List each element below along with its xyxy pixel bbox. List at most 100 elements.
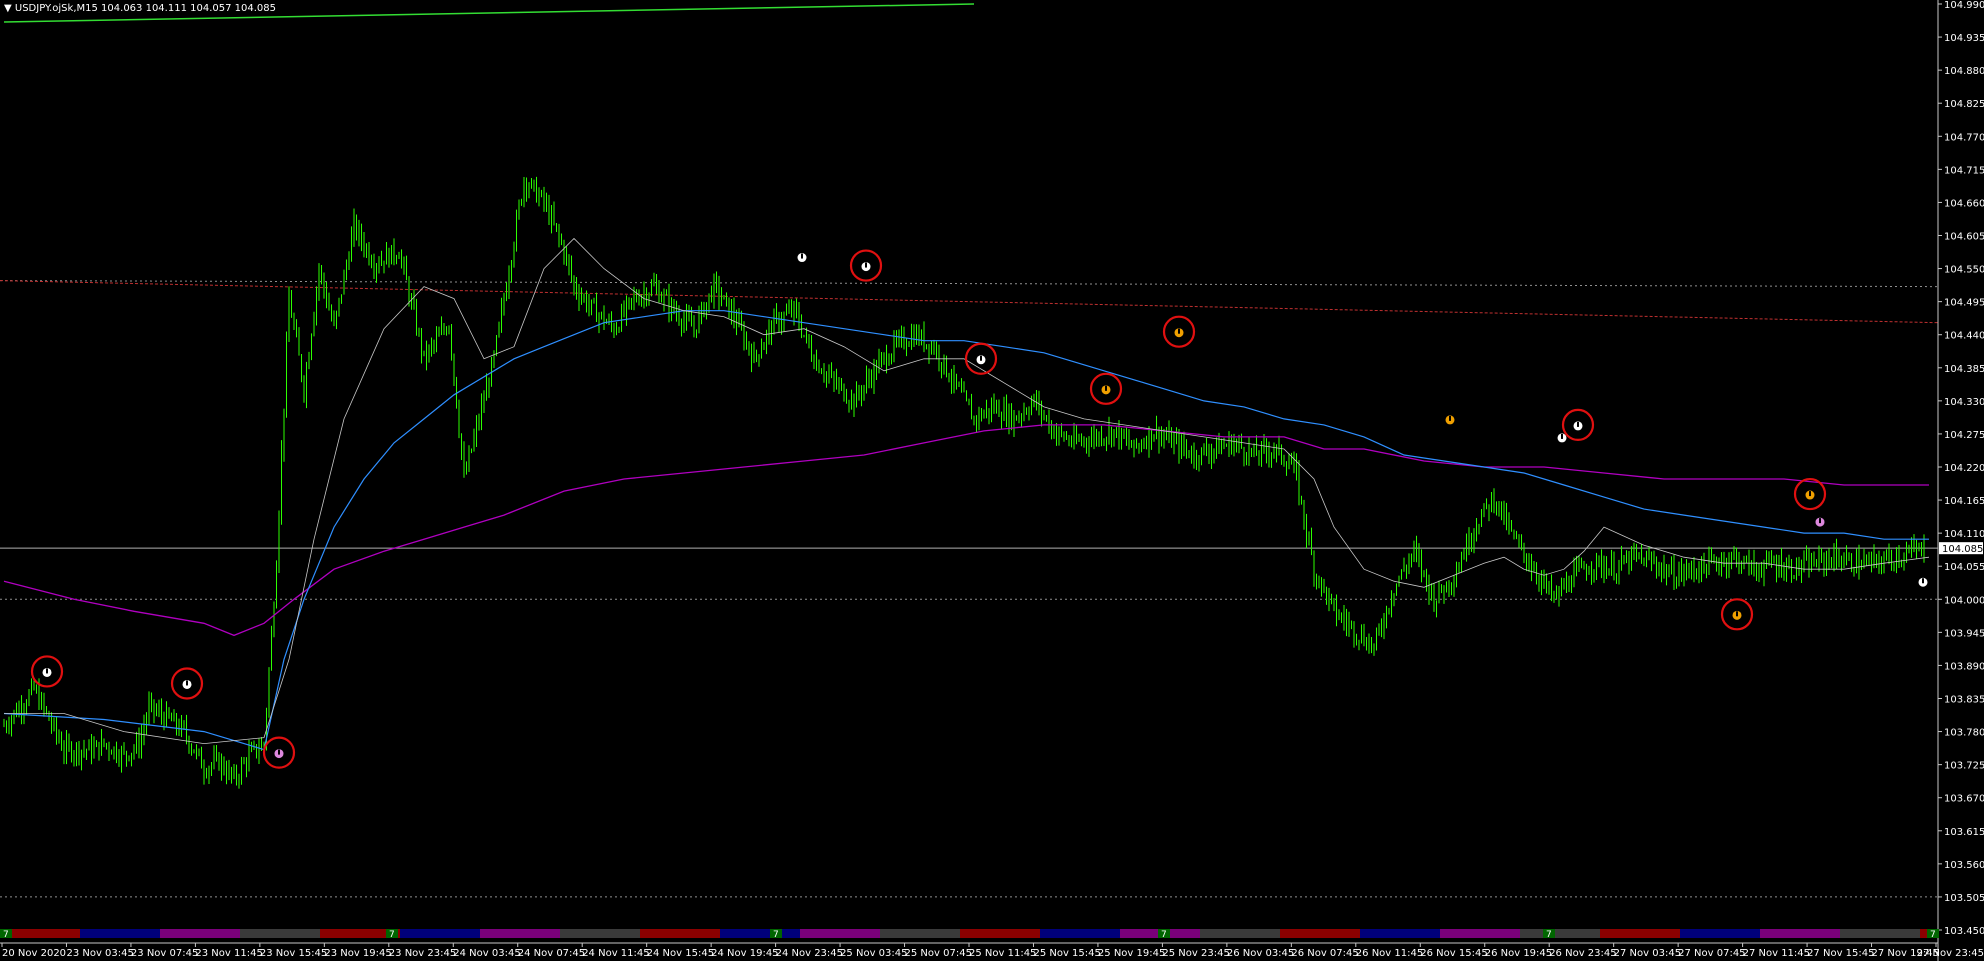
session-segment xyxy=(880,929,960,938)
session-marker-label: 7 xyxy=(3,930,9,940)
time-tick-label: 25 Nov 15:45 xyxy=(1033,948,1100,959)
price-tick-label: 104.165 xyxy=(1944,496,1984,507)
signal-icon-notch xyxy=(1561,433,1563,439)
price-tick-label: 104.385 xyxy=(1944,364,1984,375)
price-tick-label: 103.615 xyxy=(1944,827,1984,838)
session-segment xyxy=(1040,929,1120,938)
time-tick-label: 26 Nov 15:45 xyxy=(1420,948,1487,959)
price-tick-label: 103.945 xyxy=(1944,628,1984,639)
session-segment xyxy=(1360,929,1440,938)
signal-icon-notch xyxy=(278,749,280,755)
signal-icon-notch xyxy=(1449,415,1451,421)
time-tick-label: 25 Nov 23:45 xyxy=(1162,948,1229,959)
time-tick-label: 24 Nov 15:45 xyxy=(647,948,714,959)
time-tick-label: 23 Nov 19:45 xyxy=(324,948,391,959)
price-tick-label: 104.550 xyxy=(1944,265,1984,276)
session-segment xyxy=(1200,929,1280,938)
time-tick-label: 24 Nov 23:45 xyxy=(776,948,843,959)
dotted-level-upper xyxy=(0,280,1939,288)
time-tick-label: 26 Nov 07:45 xyxy=(1291,948,1358,959)
price-tick-label: 104.880 xyxy=(1944,66,1984,77)
price-tick-label: 103.835 xyxy=(1944,695,1984,706)
price-tick-label: 104.110 xyxy=(1944,529,1984,540)
price-tick-label: 104.605 xyxy=(1944,232,1984,243)
time-tick-label: 23 Nov 11:45 xyxy=(195,948,262,959)
price-tick-label: 104.715 xyxy=(1944,165,1984,176)
time-tick-label: 27 Nov 23:45 xyxy=(1917,948,1984,959)
time-tick-label: 25 Nov 03:45 xyxy=(840,948,907,959)
session-marker-label: 7 xyxy=(389,930,395,940)
symbol-label: USDJPY.ojSk,M15 xyxy=(14,3,98,14)
price-tick-label: 104.990 xyxy=(1944,0,1984,11)
time-tick-label: 24 Nov 11:45 xyxy=(582,948,649,959)
signal-icon-notch xyxy=(186,680,188,686)
session-segment xyxy=(1600,929,1680,938)
session-marker-label: 7 xyxy=(1546,930,1552,940)
time-tick-label: 26 Nov 03:45 xyxy=(1227,948,1294,959)
price-tick-label: 103.670 xyxy=(1944,794,1984,805)
time-tick-label: 23 Nov 23:45 xyxy=(389,948,456,959)
ohlc-readout: 104.063 104.111 104.057 104.085 xyxy=(101,3,276,14)
price-tick-label: 104.935 xyxy=(1944,33,1984,44)
session-segment xyxy=(640,929,720,938)
price-tick-label: 103.505 xyxy=(1944,893,1984,904)
signal-icon-notch xyxy=(46,668,48,674)
signal-icon-notch xyxy=(1922,578,1924,584)
session-segment xyxy=(80,929,160,938)
time-tick-label: 27 Nov 07:45 xyxy=(1678,948,1745,959)
time-tick-label: 26 Nov 23:45 xyxy=(1549,948,1616,959)
session-segment xyxy=(1840,929,1920,938)
title-arrow-icon[interactable]: ▼ xyxy=(4,3,12,14)
price-tick-label: 104.440 xyxy=(1944,331,1984,342)
price-tick-label: 104.495 xyxy=(1944,298,1984,309)
signal-icon-notch xyxy=(980,355,982,361)
ma-blue-line xyxy=(3,310,1929,751)
time-tick-label: 27 Nov 11:45 xyxy=(1743,948,1810,959)
price-tick-label: 104.055 xyxy=(1944,562,1984,573)
ma-purple-line xyxy=(3,424,1929,637)
signal-icon-notch xyxy=(801,253,803,259)
signal-icon-notch xyxy=(1736,611,1738,617)
time-tick-label: 23 Nov 03:45 xyxy=(66,948,133,959)
time-tick-label: 27 Nov 03:45 xyxy=(1614,948,1681,959)
session-marker-label: 7 xyxy=(1161,930,1167,940)
signal-icon-notch xyxy=(1819,518,1821,524)
session-segment xyxy=(160,929,240,938)
session-segment xyxy=(1520,929,1600,938)
signal-icon-notch xyxy=(1577,421,1579,427)
signal-icon-notch xyxy=(1809,491,1811,497)
price-tick-label: 104.330 xyxy=(1944,397,1984,408)
price-tick-label: 103.780 xyxy=(1944,728,1984,739)
session-segment xyxy=(240,929,320,938)
session-marker-label: 7 xyxy=(1930,930,1936,940)
session-segment xyxy=(720,929,800,938)
session-segment xyxy=(800,929,880,938)
price-tick-label: 103.560 xyxy=(1944,860,1984,871)
price-tick-label: 103.890 xyxy=(1944,661,1984,672)
candlestick-series xyxy=(3,176,1925,789)
price-tick-label: 104.770 xyxy=(1944,132,1984,143)
session-segment xyxy=(1680,929,1760,938)
time-tick-label: 20 Nov 2020 xyxy=(2,948,66,959)
session-segment xyxy=(560,929,640,938)
chart-window[interactable]: 104.990 104.935 104.880 104.825 104.770 104.7… xyxy=(0,0,1984,961)
current-price-label: 104.085 xyxy=(1942,544,1983,555)
time-tick-label: 27 Nov 15:45 xyxy=(1807,948,1874,959)
signal-icon-notch xyxy=(1178,328,1180,334)
red-resistance-line xyxy=(0,280,1939,324)
price-chart[interactable]: 104.990 104.935 104.880 104.825 104.770 104.7… xyxy=(0,0,1984,961)
time-tick-label: 26 Nov 19:45 xyxy=(1485,948,1552,959)
price-tick-label: 104.660 xyxy=(1944,198,1984,209)
session-segment xyxy=(1760,929,1840,938)
time-tick-label: 25 Nov 07:45 xyxy=(905,948,972,959)
session-segment xyxy=(400,929,480,938)
time-tick-label: 23 Nov 07:45 xyxy=(131,948,198,959)
price-tick-label: 104.275 xyxy=(1944,430,1984,441)
price-tick-label: 104.000 xyxy=(1944,595,1984,606)
price-tick-label: 103.725 xyxy=(1944,761,1984,772)
time-tick-label: 23 Nov 15:45 xyxy=(260,948,327,959)
time-tick-label: 26 Nov 11:45 xyxy=(1356,948,1423,959)
ma-fast-line xyxy=(4,237,1930,745)
time-tick-label: 24 Nov 07:45 xyxy=(518,948,585,959)
chart-title: ▼ USDJPY.ojSk,M15 104.063 104.111 104.05… xyxy=(4,3,276,14)
